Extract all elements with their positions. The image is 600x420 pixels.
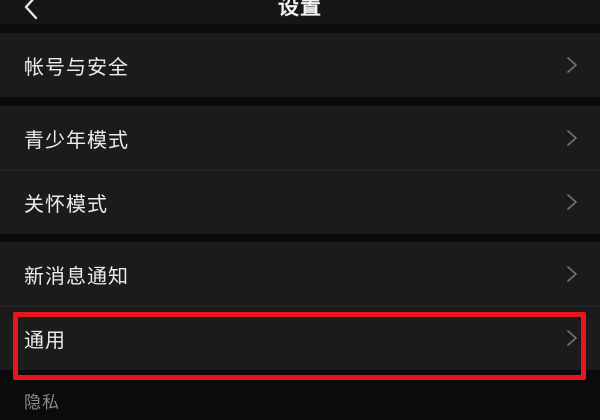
settings-item-label: 通用 bbox=[24, 327, 66, 352]
settings-item-label: 帐号与安全 bbox=[24, 54, 129, 79]
settings-group-account: 帐号与安全 bbox=[0, 33, 600, 97]
chevron-right-icon bbox=[566, 193, 578, 211]
settings-group-modes: 青少年模式 关怀模式 bbox=[0, 106, 600, 234]
chevron-right-icon bbox=[566, 129, 578, 147]
settings-item-label: 关怀模式 bbox=[24, 191, 108, 216]
settings-item-general[interactable]: 通用 bbox=[0, 306, 600, 370]
section-caption-privacy: 隐私 bbox=[24, 393, 60, 413]
settings-item-label: 青少年模式 bbox=[24, 127, 129, 152]
chevron-right-icon bbox=[566, 265, 578, 283]
settings-item-label: 新消息通知 bbox=[24, 263, 129, 288]
settings-item-care-mode[interactable]: 关怀模式 bbox=[0, 170, 600, 234]
settings-item-notifications[interactable]: 新消息通知 bbox=[0, 242, 600, 306]
page-title: 设置 bbox=[278, 0, 322, 19]
top-navigation-bar: 设置 bbox=[0, 0, 600, 24]
chevron-right-icon bbox=[566, 56, 578, 74]
settings-screen: 设置 帐号与安全 青少年模式 关怀模式 新消息通知 通用 隐私 bbox=[0, 0, 600, 420]
settings-item-account-security[interactable]: 帐号与安全 bbox=[0, 33, 600, 97]
settings-item-teen-mode[interactable]: 青少年模式 bbox=[0, 106, 600, 170]
settings-group-general: 新消息通知 通用 bbox=[0, 242, 600, 370]
chevron-right-icon bbox=[566, 329, 578, 347]
